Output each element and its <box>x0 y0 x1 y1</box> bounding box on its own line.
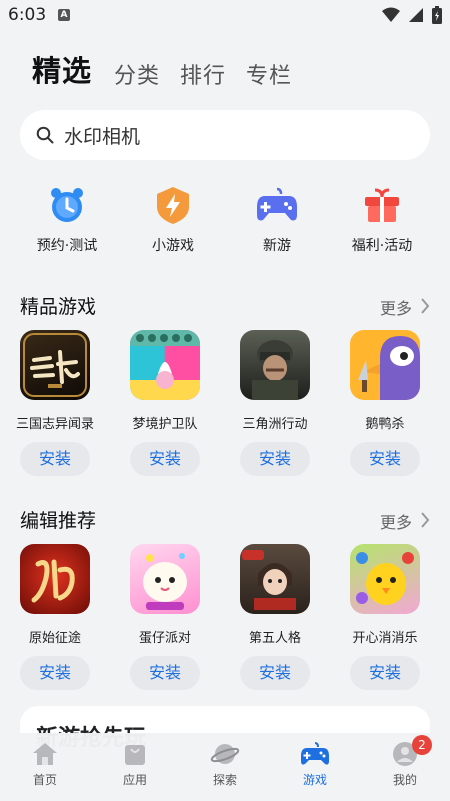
nav-label: 我的 <box>392 773 417 787</box>
notification-icon: A <box>58 9 70 21</box>
nav-label: 游戏 <box>302 773 327 787</box>
app-name: 三角洲行动 <box>242 417 308 432</box>
search-input[interactable]: 水印相机 <box>20 110 430 160</box>
shopping-bag-icon <box>125 745 145 765</box>
app-icon-identity-v[interactable] <box>240 544 310 614</box>
install-button[interactable]: 安装 <box>350 656 420 690</box>
chevron-right-icon[interactable] <box>420 511 430 529</box>
section-title: 编辑推荐 <box>20 510 97 532</box>
chick-character-icon <box>356 552 414 605</box>
quick-entry-label: 新游 <box>263 238 291 254</box>
app-card[interactable]: 鹅鸭杀 安装 <box>330 330 440 476</box>
gamepad-icon <box>257 187 297 221</box>
nav-home[interactable]: 首页 <box>0 741 90 788</box>
section-title: 精品游戏 <box>20 296 97 318</box>
gamepad-icon <box>301 742 329 765</box>
app-icon-origin-conquest[interactable] <box>20 544 90 614</box>
quick-entry-label: 福利·活动 <box>351 238 413 254</box>
section-header: 编辑推荐 更多 <box>0 506 450 536</box>
quick-entry-row: 预约·测试 小游戏 新游 福利·活动 <box>0 185 450 265</box>
search-icon <box>36 126 54 144</box>
bottom-navigation: 首页 应用 探索 游戏 2 我的 <box>0 733 450 801</box>
signal-icon <box>409 8 423 22</box>
app-card[interactable]: 第五人格 安装 <box>220 544 330 690</box>
cartoon-army-icon <box>130 330 200 400</box>
quick-entry-label: 预约·测试 <box>36 238 98 254</box>
more-link[interactable]: 更多 <box>380 295 412 319</box>
app-card[interactable]: 梦境护卫队 安装 <box>110 330 220 476</box>
tab-categories[interactable]: 分类 <box>114 58 160 90</box>
quick-entry-new-games[interactable]: 新游 <box>222 185 332 255</box>
search-placeholder: 水印相机 <box>64 125 141 148</box>
install-button[interactable]: 安装 <box>240 442 310 476</box>
nav-label: 应用 <box>122 773 147 787</box>
app-name: 梦境护卫队 <box>132 417 198 432</box>
status-time: 6:03 <box>8 5 47 25</box>
home-icon <box>33 743 57 765</box>
tab-featured[interactable]: 精选 <box>32 48 92 90</box>
battery-icon <box>432 6 442 24</box>
install-button[interactable]: 安装 <box>350 442 420 476</box>
app-card[interactable]: 三角洲行动 安装 <box>220 330 330 476</box>
app-icon-eggy-party[interactable] <box>130 544 200 614</box>
nav-explore[interactable]: 探索 <box>180 741 270 788</box>
app-icon-goose-duck[interactable] <box>350 330 420 400</box>
install-button[interactable]: 安装 <box>20 442 90 476</box>
gift-icon <box>365 188 399 222</box>
app-name: 原始征途 <box>28 631 81 646</box>
status-indicators <box>382 6 442 24</box>
calligraphy-logo-icon <box>31 559 75 603</box>
quick-entry-label: 小游戏 <box>152 238 194 254</box>
nav-label: 首页 <box>32 773 57 787</box>
install-button[interactable]: 安装 <box>20 656 90 690</box>
quick-entry-mini-games[interactable]: 小游戏 <box>118 185 228 255</box>
app-name: 鹅鸭杀 <box>365 417 405 432</box>
tab-columns[interactable]: 专栏 <box>246 58 292 90</box>
app-icon-sanguozhi[interactable] <box>20 330 90 400</box>
app-icon-dream-guard[interactable] <box>130 330 200 400</box>
app-card[interactable]: 蛋仔派对 安装 <box>110 544 220 690</box>
app-row: 原始征途 安装 蛋仔派对 安装 第五人格 安装 开心消消乐 安装 <box>0 544 450 694</box>
more-link[interactable]: 更多 <box>380 509 412 533</box>
app-name: 蛋仔派对 <box>138 631 191 646</box>
section-header: 精品游戏 更多 <box>0 292 450 322</box>
egg-character-icon <box>143 553 187 610</box>
section-premium-games: 精品游戏 更多 三国志异闻录 安装 梦境护卫队 安装 三角洲行动 安装 鹅鸭杀 … <box>0 292 450 480</box>
app-name: 三国志异闻录 <box>15 417 94 432</box>
status-bar: 6:03 A <box>0 0 450 32</box>
app-name: 开心消消乐 <box>352 631 418 646</box>
app-icon-happy-elimination[interactable] <box>350 544 420 614</box>
install-button[interactable]: 安装 <box>240 656 310 690</box>
install-button[interactable]: 安装 <box>130 656 200 690</box>
doll-character-icon <box>242 550 296 610</box>
app-card[interactable]: 三国志异闻录 安装 <box>0 330 110 476</box>
quick-entry-reservation[interactable]: 预约·测试 <box>12 185 122 255</box>
alarm-clock-icon <box>51 188 83 222</box>
lightning-shield-icon <box>157 187 189 224</box>
goose-character-icon <box>358 336 420 400</box>
app-row: 三国志异闻录 安装 梦境护卫队 安装 三角洲行动 安装 鹅鸭杀 安装 <box>0 330 450 480</box>
nav-apps[interactable]: 应用 <box>90 741 180 788</box>
wifi-icon <box>382 7 400 22</box>
nav-label: 探索 <box>212 773 237 787</box>
tab-rankings[interactable]: 排行 <box>180 58 226 90</box>
quick-entry-benefits[interactable]: 福利·活动 <box>327 185 437 255</box>
chevron-right-icon[interactable] <box>420 297 430 315</box>
app-card[interactable]: 原始征途 安装 <box>0 544 110 690</box>
top-tab-bar: 精选 分类 排行 专栏 <box>32 48 312 90</box>
nav-games[interactable]: 游戏 <box>270 741 360 788</box>
app-card[interactable]: 开心消消乐 安装 <box>330 544 440 690</box>
app-icon-delta-force[interactable] <box>240 330 310 400</box>
soldier-icon <box>252 340 298 400</box>
section-editor-picks: 编辑推荐 更多 原始征途 安装 蛋仔派对 安装 第五人格 安装 开心消消乐 安装 <box>0 506 450 694</box>
nav-profile[interactable]: 2 我的 <box>360 735 450 788</box>
calligraphy-logo-icon <box>23 333 87 397</box>
notification-badge: 2 <box>412 735 432 755</box>
planet-icon <box>210 744 240 764</box>
app-name: 第五人格 <box>248 631 301 646</box>
install-button[interactable]: 安装 <box>130 442 200 476</box>
